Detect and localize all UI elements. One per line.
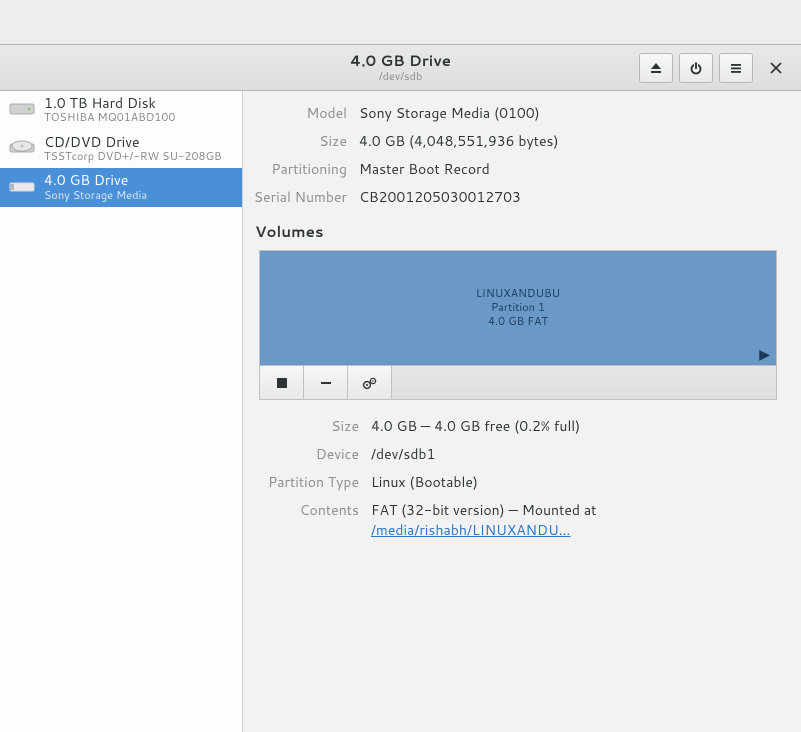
label-serial: Serial Number bbox=[251, 187, 347, 207]
partition-options-button[interactable] bbox=[348, 366, 392, 399]
value-size: 4.0 GB (4,048,551,936 bytes) bbox=[359, 131, 785, 151]
label-size: Size bbox=[251, 131, 347, 151]
usb-drive-icon bbox=[8, 177, 36, 197]
hamburger-icon bbox=[729, 61, 743, 75]
label-vol-device: Device bbox=[251, 444, 359, 464]
value-serial: CB2001205030012703 bbox=[359, 187, 785, 207]
label-partitioning: Partitioning bbox=[251, 159, 347, 179]
contents-text: FAT (32-bit version) — Mounted at bbox=[371, 500, 596, 520]
value-model: Sony Storage Media (0100) bbox=[359, 103, 785, 123]
unmount-button[interactable] bbox=[260, 366, 304, 399]
device-sub: Sony Storage Media bbox=[44, 189, 147, 202]
device-sub: TOSHIBA MQ01ABD100 bbox=[44, 111, 175, 124]
device-item-hdd[interactable]: 1.0 TB Hard Disk TOSHIBA MQ01ABD100 bbox=[0, 91, 242, 130]
volume-size-label: 4.0 GB FAT bbox=[488, 315, 548, 329]
close-button[interactable] bbox=[759, 53, 793, 83]
power-icon bbox=[689, 61, 703, 75]
eject-icon bbox=[649, 61, 663, 75]
label-model: Model bbox=[251, 103, 347, 123]
chevron-right-icon[interactable]: ▶ bbox=[759, 346, 770, 364]
mount-point-link[interactable]: /media/rishabh/LINUXANDU… bbox=[371, 520, 571, 540]
titlebar: 4.0 GB Drive /dev/sdb bbox=[0, 45, 801, 91]
value-vol-ptype: Linux (Bootable) bbox=[371, 472, 777, 492]
volume-partition[interactable]: LINUXANDUBU Partition 1 4.0 GB FAT ▶ bbox=[259, 250, 777, 366]
delete-partition-button[interactable] bbox=[304, 366, 348, 399]
eject-button[interactable] bbox=[639, 53, 673, 83]
device-item-usb[interactable]: 4.0 GB Drive Sony Storage Media bbox=[0, 168, 242, 207]
value-vol-contents: FAT (32-bit version) — Mounted at /media… bbox=[371, 500, 777, 540]
gears-icon bbox=[362, 376, 378, 390]
label-vol-size: Size bbox=[251, 416, 359, 436]
device-item-optical[interactable]: CD/DVD Drive TSSTcorp DVD+/-RW SU-208GB bbox=[0, 130, 242, 169]
value-vol-size: 4.0 GB — 4.0 GB free (0.2% full) bbox=[371, 416, 777, 436]
label-vol-ptype: Partition Type bbox=[251, 472, 359, 492]
device-list: 1.0 TB Hard Disk TOSHIBA MQ01ABD100 CD/D… bbox=[0, 91, 243, 732]
value-partitioning: Master Boot Record bbox=[359, 159, 785, 179]
value-vol-device: /dev/sdb1 bbox=[371, 444, 777, 464]
label-vol-contents: Contents bbox=[251, 500, 359, 540]
volumes-heading: Volumes bbox=[255, 221, 785, 242]
power-button[interactable] bbox=[679, 53, 713, 83]
minus-icon bbox=[319, 376, 333, 390]
stop-icon bbox=[276, 377, 288, 389]
close-icon bbox=[770, 62, 782, 74]
menu-button[interactable] bbox=[719, 53, 753, 83]
device-sub: TSSTcorp DVD+/-RW SU-208GB bbox=[44, 150, 222, 163]
hdd-icon bbox=[8, 99, 36, 119]
optical-icon bbox=[8, 138, 36, 158]
detail-pane: Model Sony Storage Media (0100) Size 4.0… bbox=[243, 91, 801, 732]
volume-toolbar bbox=[259, 366, 777, 400]
disks-window: 4.0 GB Drive /dev/sdb bbox=[0, 44, 801, 732]
